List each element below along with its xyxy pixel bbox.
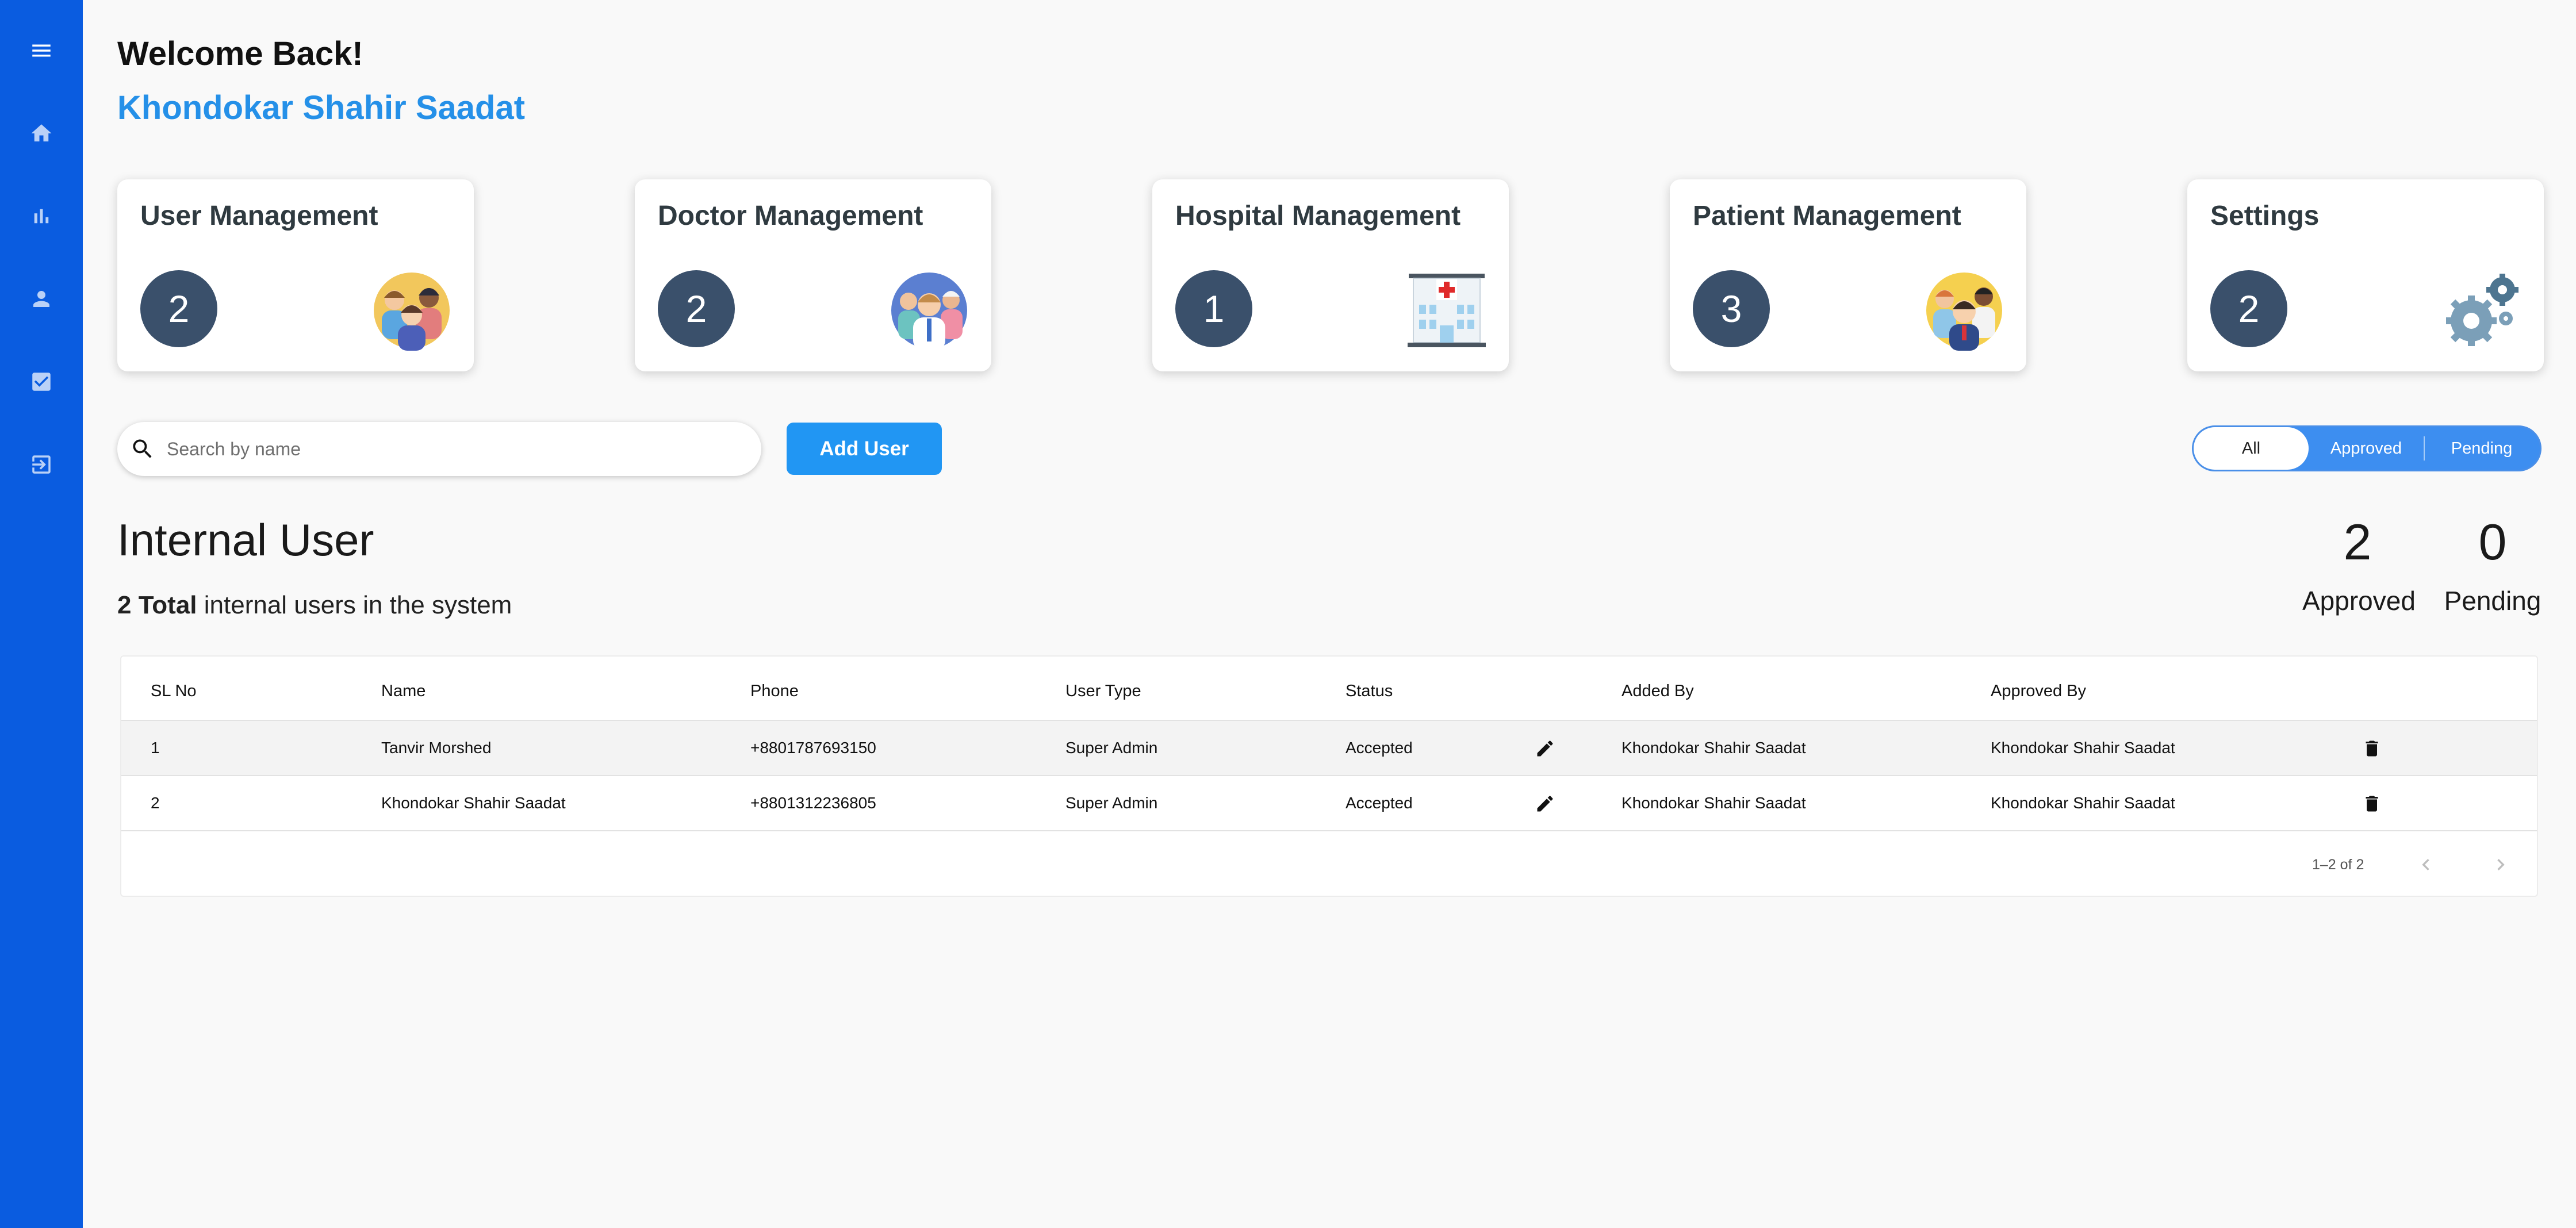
table-header: SL No Name Phone User Type Status Added … [121,657,2537,721]
card-title: User Management [140,201,378,231]
cell-user-type: Super Admin [1065,739,1158,757]
card-title: Hospital Management [1175,201,1461,231]
card-user-management[interactable]: User Management 2 [117,179,474,371]
col-sl-no[interactable]: SL No [151,657,197,720]
person-icon[interactable] [24,282,59,316]
total-text: internal users in the system [197,591,512,619]
col-status[interactable]: Status [1346,657,1393,720]
status-filter-toggle: All Approved Pending [2192,425,2542,471]
cell-phone: +8801787693150 [750,739,876,757]
approved-label: Approved [2302,586,2416,616]
pagination-range: 1–2 of 2 [2312,857,2364,873]
cell-name: Khondokar Shahir Saadat [381,794,566,812]
pending-label: Pending [2444,586,2542,616]
approved-count: 2 [2343,513,2372,570]
total-count: 2 Total [117,591,197,619]
cell-user-type: Super Admin [1065,794,1158,812]
card-hospital-management[interactable]: Hospital Management 1 [1152,179,1509,371]
welcome-heading: Welcome Back! [117,35,363,72]
search-icon [133,439,152,458]
card-count: 3 [1693,270,1770,347]
table-row[interactable]: 1 Tanvir Morshed +8801787693150 Super Ad… [121,721,2537,776]
cell-sl: 1 [151,739,160,757]
bar-chart-icon[interactable] [24,199,59,233]
pending-stat: 0 Pending [2444,513,2542,616]
patients-icon [1926,273,2002,351]
cell-phone: +8801312236805 [750,794,876,812]
section-summary: 2 Total internal users in the system [117,591,512,620]
card-title: Patient Management [1693,201,1961,231]
chevron-left-icon[interactable] [2413,852,2439,877]
cell-approved-by: Khondokar Shahir Saadat [1991,794,2175,812]
card-count: 2 [140,270,217,347]
cell-status: Accepted [1346,739,1413,757]
chevron-right-icon[interactable] [2488,852,2513,877]
search-input[interactable] [167,438,719,460]
add-user-button[interactable]: Add User [787,423,942,475]
hospital-building-icon [1408,274,1486,347]
gears-icon [2446,274,2518,346]
doctors-icon [891,273,967,351]
approved-stat: 2 Approved [2302,513,2416,616]
card-settings[interactable]: Settings 2 [2187,179,2544,371]
home-icon[interactable] [24,116,59,151]
table-pagination: 1–2 of 2 [121,831,2537,897]
cell-added-by: Khondokar Shahir Saadat [1621,794,1806,812]
col-approved-by[interactable]: Approved By [1991,657,2086,720]
edit-icon[interactable] [1534,737,1557,760]
filter-approved[interactable]: Approved [2309,427,2424,470]
card-count: 2 [2210,270,2287,347]
card-patient-management[interactable]: Patient Management 3 [1670,179,2026,371]
card-title: Doctor Management [658,201,923,231]
table-row[interactable]: 2 Khondokar Shahir Saadat +8801312236805… [121,776,2537,831]
card-title: Settings [2210,201,2320,231]
delete-icon[interactable] [2360,737,2383,760]
search-bar[interactable] [117,422,761,476]
cell-sl: 2 [151,794,160,812]
edit-icon[interactable] [1534,792,1557,815]
section-title: Internal User [117,515,374,565]
card-count: 1 [1175,270,1252,347]
card-doctor-management[interactable]: Doctor Management 2 [635,179,991,371]
user-name: Khondokar Shahir Saadat [117,89,526,126]
menu-icon[interactable] [24,33,59,68]
check-box-icon[interactable] [24,364,59,399]
col-phone[interactable]: Phone [750,657,799,720]
cell-added-by: Khondokar Shahir Saadat [1621,739,1806,757]
delete-icon[interactable] [2360,792,2383,815]
col-name[interactable]: Name [381,657,425,720]
cell-status: Accepted [1346,794,1413,812]
card-count: 2 [658,270,735,347]
cell-name: Tanvir Morshed [381,739,492,757]
filter-all[interactable]: All [2194,427,2309,470]
logout-icon[interactable] [24,447,59,482]
pending-count: 0 [2478,513,2507,570]
col-user-type[interactable]: User Type [1065,657,1141,720]
filter-pending[interactable]: Pending [2425,427,2539,470]
cell-approved-by: Khondokar Shahir Saadat [1991,739,2175,757]
users-table: SL No Name Phone User Type Status Added … [120,655,2538,897]
users-group-icon [374,273,450,351]
col-added-by[interactable]: Added By [1621,657,1694,720]
sidebar [0,0,83,1228]
